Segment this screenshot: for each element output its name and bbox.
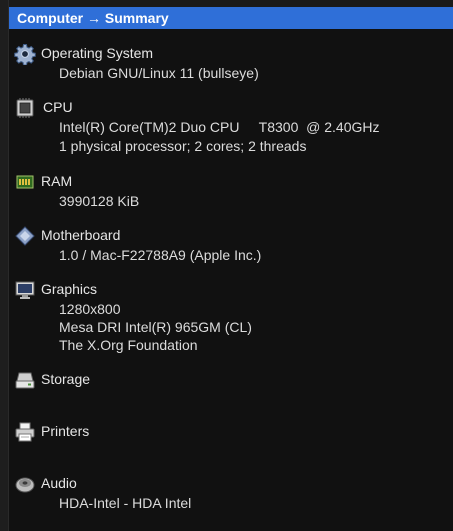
section-ram: RAM 3990128 KiB — [9, 171, 449, 209]
section-title: Motherboard — [41, 227, 121, 243]
section-title: CPU — [43, 99, 73, 115]
drive-icon — [15, 372, 35, 389]
hardinfo-window: Computer → Summary Operating System Debi… — [0, 0, 453, 531]
page-title: Computer → Summary — [9, 7, 453, 29]
monitor-icon — [15, 281, 35, 299]
graphics-renderer-value: Mesa DRI Intel(R) 965GM (CL) — [59, 319, 252, 335]
speaker-icon — [15, 477, 35, 493]
gear-icon — [14, 44, 36, 65]
section-title: RAM — [41, 173, 73, 189]
section-title: Graphics — [41, 281, 98, 297]
splitter-handle[interactable] — [0, 0, 9, 531]
section-motherboard: Motherboard 1.0 / Mac-F22788A9 (Apple In… — [9, 225, 449, 263]
section-title: Audio — [41, 475, 77, 491]
cpu-chip-icon — [16, 98, 34, 118]
section-storage: Storage — [9, 369, 449, 391]
memory-icon — [16, 175, 34, 189]
graphics-vendor-value: The X.Org Foundation — [59, 337, 198, 353]
section-title: Printers — [41, 423, 90, 439]
section-printers: Printers — [9, 421, 449, 443]
section-title: Storage — [41, 371, 91, 387]
graphics-resolution-value: 1280x800 — [59, 301, 121, 317]
section-operating-system: Operating System Debian GNU/Linux 11 (bu… — [9, 43, 449, 81]
printer-icon — [15, 422, 35, 442]
cpu-model-value: Intel(R) Core(TM)2 Duo CPU T8300 @ 2.40G… — [59, 119, 380, 135]
section-title: Operating System — [41, 45, 154, 61]
summary-panel: Computer → Summary Operating System Debi… — [9, 7, 453, 531]
ram-total-value: 3990128 KiB — [59, 193, 140, 209]
audio-device-value: HDA-Intel - HDA Intel — [59, 495, 192, 511]
section-graphics: Graphics 1280x800 Mesa DRI Intel(R) 965G… — [9, 279, 449, 353]
motherboard-model-value: 1.0 / Mac-F22788A9 (Apple Inc.) — [59, 247, 262, 263]
cpu-topology-value: 1 physical processor; 2 cores; 2 threads — [59, 138, 307, 154]
section-cpu: CPU Intel(R) Core(TM)2 Duo CPU T8300 @ 2… — [9, 97, 449, 154]
os-distribution-value: Debian GNU/Linux 11 (bullseye) — [59, 65, 259, 81]
motherboard-icon — [15, 226, 35, 246]
section-audio: Audio HDA-Intel - HDA Intel — [9, 473, 449, 511]
